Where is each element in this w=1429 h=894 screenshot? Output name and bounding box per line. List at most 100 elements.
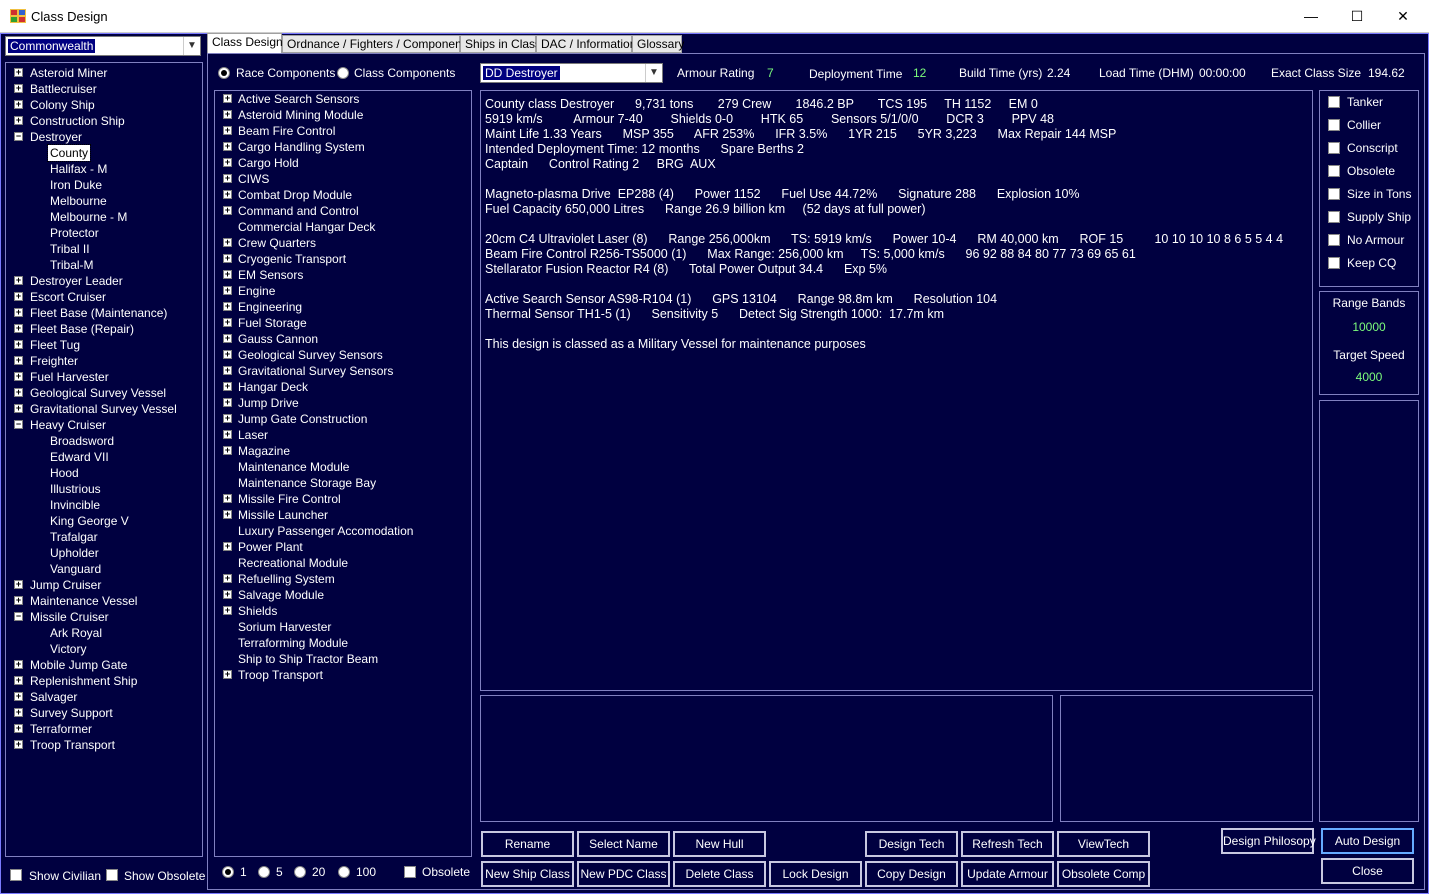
expand-icon[interactable]: + bbox=[223, 670, 232, 679]
new-pdc-class-button[interactable]: New PDC Class bbox=[577, 861, 670, 887]
component-tree[interactable]: + Active Search Sensors + Asteroid Mining M… bbox=[214, 90, 472, 857]
expand-icon[interactable]: + bbox=[14, 116, 23, 125]
expand-icon[interactable]: + bbox=[14, 324, 23, 333]
expand-icon[interactable]: + bbox=[14, 292, 23, 301]
expand-icon[interactable]: + bbox=[223, 350, 232, 359]
copy-design-button[interactable]: Copy Design bbox=[865, 861, 958, 887]
flag-checkbox[interactable] bbox=[1328, 96, 1340, 108]
expand-icon[interactable]: + bbox=[14, 660, 23, 669]
class-tree[interactable]: + Asteroid Miner + Battlecruiser + Colony Shi… bbox=[5, 62, 203, 857]
expand-icon[interactable]: + bbox=[14, 580, 23, 589]
flag-checkbox[interactable] bbox=[1328, 188, 1340, 200]
delete-class-button[interactable]: Delete Class bbox=[673, 861, 766, 887]
lock-design-button[interactable]: Lock Design bbox=[769, 861, 862, 887]
maximize-button[interactable]: ☐ bbox=[1334, 0, 1380, 33]
class-notes-panel[interactable] bbox=[480, 695, 1053, 822]
obsolete-comp-button[interactable]: Obsolete Comp bbox=[1057, 861, 1150, 887]
expand-icon[interactable]: + bbox=[14, 372, 23, 381]
expand-icon[interactable]: + bbox=[223, 190, 232, 199]
expand-icon[interactable]: + bbox=[223, 318, 232, 327]
expand-icon[interactable]: + bbox=[223, 126, 232, 135]
expand-icon[interactable]: + bbox=[223, 446, 232, 455]
auto-design-button[interactable]: Auto Design bbox=[1321, 828, 1414, 854]
expand-icon[interactable]: + bbox=[14, 596, 23, 605]
quantity-100-radio[interactable] bbox=[338, 866, 350, 878]
flag-checkbox[interactable] bbox=[1328, 257, 1340, 269]
show-obsolete-checkbox[interactable] bbox=[106, 869, 118, 881]
expand-icon[interactable]: + bbox=[223, 302, 232, 311]
expand-icon[interactable]: + bbox=[14, 724, 23, 733]
design-tech-button[interactable]: Design Tech bbox=[865, 831, 958, 857]
flag-checkbox[interactable] bbox=[1328, 211, 1340, 223]
class-secondary-panel[interactable] bbox=[1060, 695, 1313, 822]
expand-icon[interactable]: + bbox=[223, 254, 232, 263]
expand-icon[interactable]: + bbox=[223, 382, 232, 391]
target-speed-value[interactable]: 4000 bbox=[1320, 370, 1418, 384]
expand-icon[interactable]: + bbox=[14, 404, 23, 413]
expand-icon[interactable]: + bbox=[223, 94, 232, 103]
class-components-radio[interactable] bbox=[337, 67, 349, 79]
expand-icon[interactable]: + bbox=[14, 308, 23, 317]
new-ship-class-button[interactable]: New Ship Class bbox=[481, 861, 574, 887]
update-armour-button[interactable]: Update Armour bbox=[961, 861, 1054, 887]
expand-icon[interactable]: + bbox=[223, 606, 232, 615]
expand-icon[interactable]: + bbox=[223, 174, 232, 183]
expand-icon[interactable]: + bbox=[14, 740, 23, 749]
expand-icon[interactable]: + bbox=[223, 398, 232, 407]
class-select[interactable]: DD Destroyer ▼ bbox=[480, 63, 663, 83]
expand-icon[interactable]: + bbox=[223, 574, 232, 583]
flag-checkbox[interactable] bbox=[1328, 142, 1340, 154]
expand-icon[interactable]: + bbox=[223, 590, 232, 599]
expand-icon[interactable]: + bbox=[223, 238, 232, 247]
expand-icon[interactable]: + bbox=[14, 692, 23, 701]
flag-checkbox[interactable] bbox=[1328, 234, 1340, 246]
expand-icon[interactable]: + bbox=[223, 270, 232, 279]
expand-icon[interactable]: + bbox=[223, 542, 232, 551]
expand-icon[interactable]: + bbox=[14, 68, 23, 77]
quantity-20-radio[interactable] bbox=[294, 866, 306, 878]
collapse-icon[interactable]: − bbox=[14, 612, 23, 621]
quantity-1-radio[interactable] bbox=[222, 866, 234, 878]
expand-icon[interactable]: + bbox=[14, 340, 23, 349]
expand-icon[interactable]: + bbox=[223, 110, 232, 119]
quantity-5-radio[interactable] bbox=[258, 866, 270, 878]
right-list-panel[interactable] bbox=[1319, 400, 1419, 822]
expand-icon[interactable]: + bbox=[14, 84, 23, 93]
close-window-button[interactable]: ✕ bbox=[1380, 0, 1426, 33]
range-bands-value[interactable]: 10000 bbox=[1320, 320, 1418, 334]
minimize-button[interactable]: — bbox=[1288, 0, 1334, 33]
expand-icon[interactable]: + bbox=[223, 334, 232, 343]
expand-icon[interactable]: + bbox=[14, 708, 23, 717]
tab-class-design[interactable]: Class Design bbox=[207, 33, 283, 54]
tab-ordnance[interactable]: Ordnance / Fighters / Components bbox=[282, 35, 471, 53]
show-civilian-checkbox[interactable] bbox=[10, 869, 22, 881]
refresh-tech-button[interactable]: Refresh Tech bbox=[961, 831, 1054, 857]
expand-icon[interactable]: + bbox=[223, 366, 232, 375]
expand-icon[interactable]: + bbox=[223, 286, 232, 295]
tab-dac-information[interactable]: DAC / Information bbox=[536, 35, 636, 53]
flag-checkbox[interactable] bbox=[1328, 165, 1340, 177]
expand-icon[interactable]: + bbox=[14, 100, 23, 109]
design-philosophy-button[interactable]: Design Philosopy bbox=[1221, 828, 1316, 854]
expand-icon[interactable]: + bbox=[223, 430, 232, 439]
expand-icon[interactable]: + bbox=[223, 494, 232, 503]
race-components-radio[interactable] bbox=[218, 67, 230, 79]
obsolete-components-checkbox[interactable] bbox=[404, 866, 416, 878]
rename-button[interactable]: Rename bbox=[481, 831, 574, 857]
tab-ships-in-class[interactable]: Ships in Class bbox=[460, 35, 541, 53]
select-name-button[interactable]: Select Name bbox=[577, 831, 670, 857]
collapse-icon[interactable]: − bbox=[14, 420, 23, 429]
expand-icon[interactable]: + bbox=[14, 276, 23, 285]
collapse-icon[interactable]: − bbox=[14, 132, 23, 141]
expand-icon[interactable]: + bbox=[223, 158, 232, 167]
race-select[interactable]: Commonwealth ▼ bbox=[5, 36, 201, 56]
tab-glossary[interactable]: Glossary bbox=[632, 35, 684, 53]
expand-icon[interactable]: + bbox=[223, 142, 232, 151]
expand-icon[interactable]: + bbox=[223, 206, 232, 215]
expand-icon[interactable]: + bbox=[223, 414, 232, 423]
expand-icon[interactable]: + bbox=[14, 356, 23, 365]
close-button[interactable]: Close bbox=[1321, 858, 1414, 884]
flag-checkbox[interactable] bbox=[1328, 119, 1340, 131]
view-tech-button[interactable]: ViewTech bbox=[1057, 831, 1150, 857]
expand-icon[interactable]: + bbox=[14, 676, 23, 685]
